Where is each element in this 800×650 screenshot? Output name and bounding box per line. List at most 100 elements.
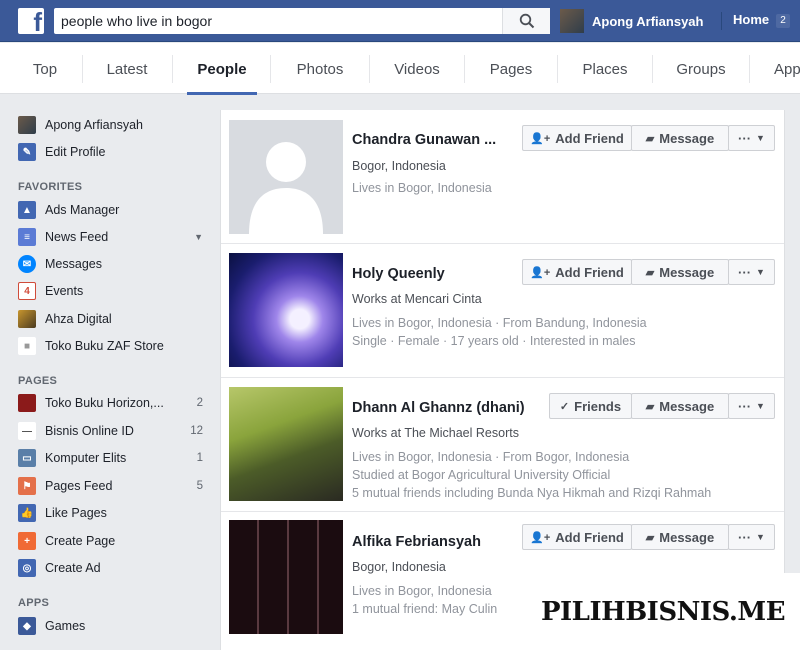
sidebar-item-komputer-elits[interactable]: ▭ Komputer Elits 1 (18, 448, 203, 468)
profile-photo[interactable] (229, 387, 343, 501)
sidebar-item-news-feed[interactable]: ≡ News Feed ▼ (18, 227, 203, 247)
check-icon: ✓ (559, 400, 570, 413)
chevron-down-icon[interactable]: ▼ (194, 232, 203, 242)
tab-top[interactable]: Top (18, 43, 72, 94)
sidebar-item-games[interactable]: ◆ Games (18, 616, 203, 636)
people-results-list: Chandra Gunawan ... Bogor, Indonesia Liv… (220, 110, 785, 650)
sidebar-item-like-pages[interactable]: 👍 Like Pages (18, 503, 203, 523)
sidebar-item-label: Ads Manager (45, 203, 120, 217)
more-options-button[interactable]: ··· ▼ (728, 125, 775, 151)
news-feed-icon: ≡ (18, 228, 36, 246)
tab-people[interactable]: People (187, 43, 257, 95)
facebook-logo-icon[interactable]: f (18, 8, 44, 34)
page-thumbnail-icon (18, 394, 36, 412)
sidebar-item-label: Messages (45, 257, 102, 271)
search-filter-tabs: Top Latest People Photos Videos Pages Pl… (0, 43, 800, 95)
add-friend-button[interactable]: 👤+ Add Friend (522, 125, 632, 151)
tab-apps[interactable]: Apps (759, 43, 800, 94)
chevron-down-icon: ▼ (756, 267, 765, 277)
watermark: PILIHBISNIS.ME (526, 573, 800, 650)
tab-latest[interactable]: Latest (92, 43, 162, 94)
divider (721, 12, 722, 30)
profile-photo[interactable] (229, 520, 343, 634)
add-friend-button[interactable]: 👤+ Add Friend (522, 524, 632, 550)
profile-photo[interactable] (229, 253, 343, 367)
section-heading-pages: PAGES (18, 375, 58, 387)
home-count-badge: 2 (776, 14, 790, 28)
section-heading-apps: APPS (18, 597, 50, 609)
button-label: Friends (574, 398, 622, 414)
sidebar-item-bisnis-online-id[interactable]: ― Bisnis Online ID 12 (18, 421, 203, 441)
tab-photos[interactable]: Photos (280, 43, 360, 94)
friends-button[interactable]: ✓ Friends (549, 393, 632, 419)
message-button[interactable]: ▰ Message (631, 524, 729, 550)
sidebar-item-messages[interactable]: ✉ Messages (18, 254, 203, 274)
add-friend-button[interactable]: 👤+ Add Friend (522, 259, 632, 285)
profile-photo[interactable] (229, 120, 343, 234)
result-name[interactable]: Alfika Febriansyah (352, 534, 481, 550)
add-friend-icon: 👤+ (530, 266, 551, 279)
left-sidebar: Apong Arfiansyah ✎ Edit Profile FAVORITE… (0, 95, 218, 650)
store-icon: ■ (18, 337, 36, 355)
sidebar-item-create-ad[interactable]: ◎ Create Ad (18, 558, 203, 578)
profile-name: Apong Arfiansyah (592, 13, 704, 29)
item-count: 12 (190, 425, 203, 437)
top-bar: f Apong Arfiansyah Home 2 (0, 0, 800, 42)
message-icon: ▰ (645, 266, 655, 279)
default-avatar-icon (249, 142, 323, 234)
home-link[interactable]: Home (733, 12, 769, 27)
pages-feed-icon: ⚑ (18, 477, 36, 495)
result-name[interactable]: Dhann Al Ghannz (dhani) (352, 400, 525, 416)
message-button[interactable]: ▰ Message (631, 393, 729, 419)
button-label: Add Friend (555, 529, 624, 545)
profile-link[interactable]: Apong Arfiansyah (560, 8, 703, 34)
avatar (560, 9, 584, 33)
result-detail: Single · Female · 17 years old · Interes… (352, 334, 636, 348)
more-options-button[interactable]: ··· ▼ (728, 524, 775, 550)
button-label: Add Friend (555, 264, 624, 280)
result-detail: Works at The Michael Resorts (352, 426, 519, 440)
edit-icon: ✎ (18, 143, 36, 161)
sidebar-item-label: Komputer Elits (45, 451, 127, 465)
result-item: Dhann Al Ghannz (dhani) Works at The Mic… (221, 378, 784, 512)
tab-pages[interactable]: Pages (474, 43, 548, 94)
result-detail: Lives in Bogor, Indonesia · From Bandung… (352, 316, 647, 330)
more-options-button[interactable]: ··· ▼ (728, 393, 775, 419)
sidebar-item-edit-profile[interactable]: ✎ Edit Profile (18, 142, 203, 162)
sidebar-item-label: Pages Feed (45, 479, 113, 493)
search-icon (519, 13, 534, 29)
sidebar-item-ahza-digital[interactable]: Ahza Digital (18, 309, 203, 329)
divider (369, 55, 370, 83)
result-detail: Lives in Bogor, Indonesia (352, 181, 492, 195)
thumbs-up-icon: 👍 (18, 504, 36, 522)
result-name[interactable]: Holy Queenly (352, 266, 445, 282)
tab-places[interactable]: Places (567, 43, 643, 94)
sidebar-item-create-page[interactable]: + Create Page (18, 531, 203, 551)
search-input[interactable] (54, 8, 504, 34)
tab-videos[interactable]: Videos (379, 43, 455, 94)
sidebar-item-events[interactable]: 4 Events (18, 281, 203, 301)
more-options-button[interactable]: ··· ▼ (728, 259, 775, 285)
result-detail: 5 mutual friends including Bunda Nya Hik… (352, 486, 712, 500)
sidebar-item-profile[interactable]: Apong Arfiansyah (18, 115, 203, 135)
divider (270, 55, 271, 83)
tab-groups[interactable]: Groups (662, 43, 740, 94)
messages-icon: ✉ (18, 255, 36, 273)
sidebar-item-toko-buku-horizon[interactable]: Toko Buku Horizon,... 2 (18, 393, 203, 413)
message-button[interactable]: ▰ Message (631, 259, 729, 285)
sidebar-item-zaf-store[interactable]: ■ Toko Buku ZAF Store (18, 336, 203, 356)
result-detail: 1 mutual friend: May Culin (352, 602, 498, 616)
events-icon: 4 (18, 282, 36, 300)
search-button[interactable] (502, 8, 550, 34)
result-name[interactable]: Chandra Gunawan ... (352, 132, 496, 148)
button-label: ··· (738, 529, 752, 545)
message-button[interactable]: ▰ Message (631, 125, 729, 151)
sidebar-item-label: Games (45, 619, 86, 633)
sidebar-item-label: News Feed (45, 230, 109, 244)
sidebar-item-label: Create Ad (45, 561, 101, 575)
item-count: 5 (196, 480, 203, 492)
sidebar-item-pages-feed[interactable]: ⚑ Pages Feed 5 (18, 476, 203, 496)
sidebar-item-ads-manager[interactable]: ▲ Ads Manager (18, 200, 203, 220)
result-detail: Bogor, Indonesia (352, 560, 446, 574)
message-icon: ▰ (645, 400, 655, 413)
